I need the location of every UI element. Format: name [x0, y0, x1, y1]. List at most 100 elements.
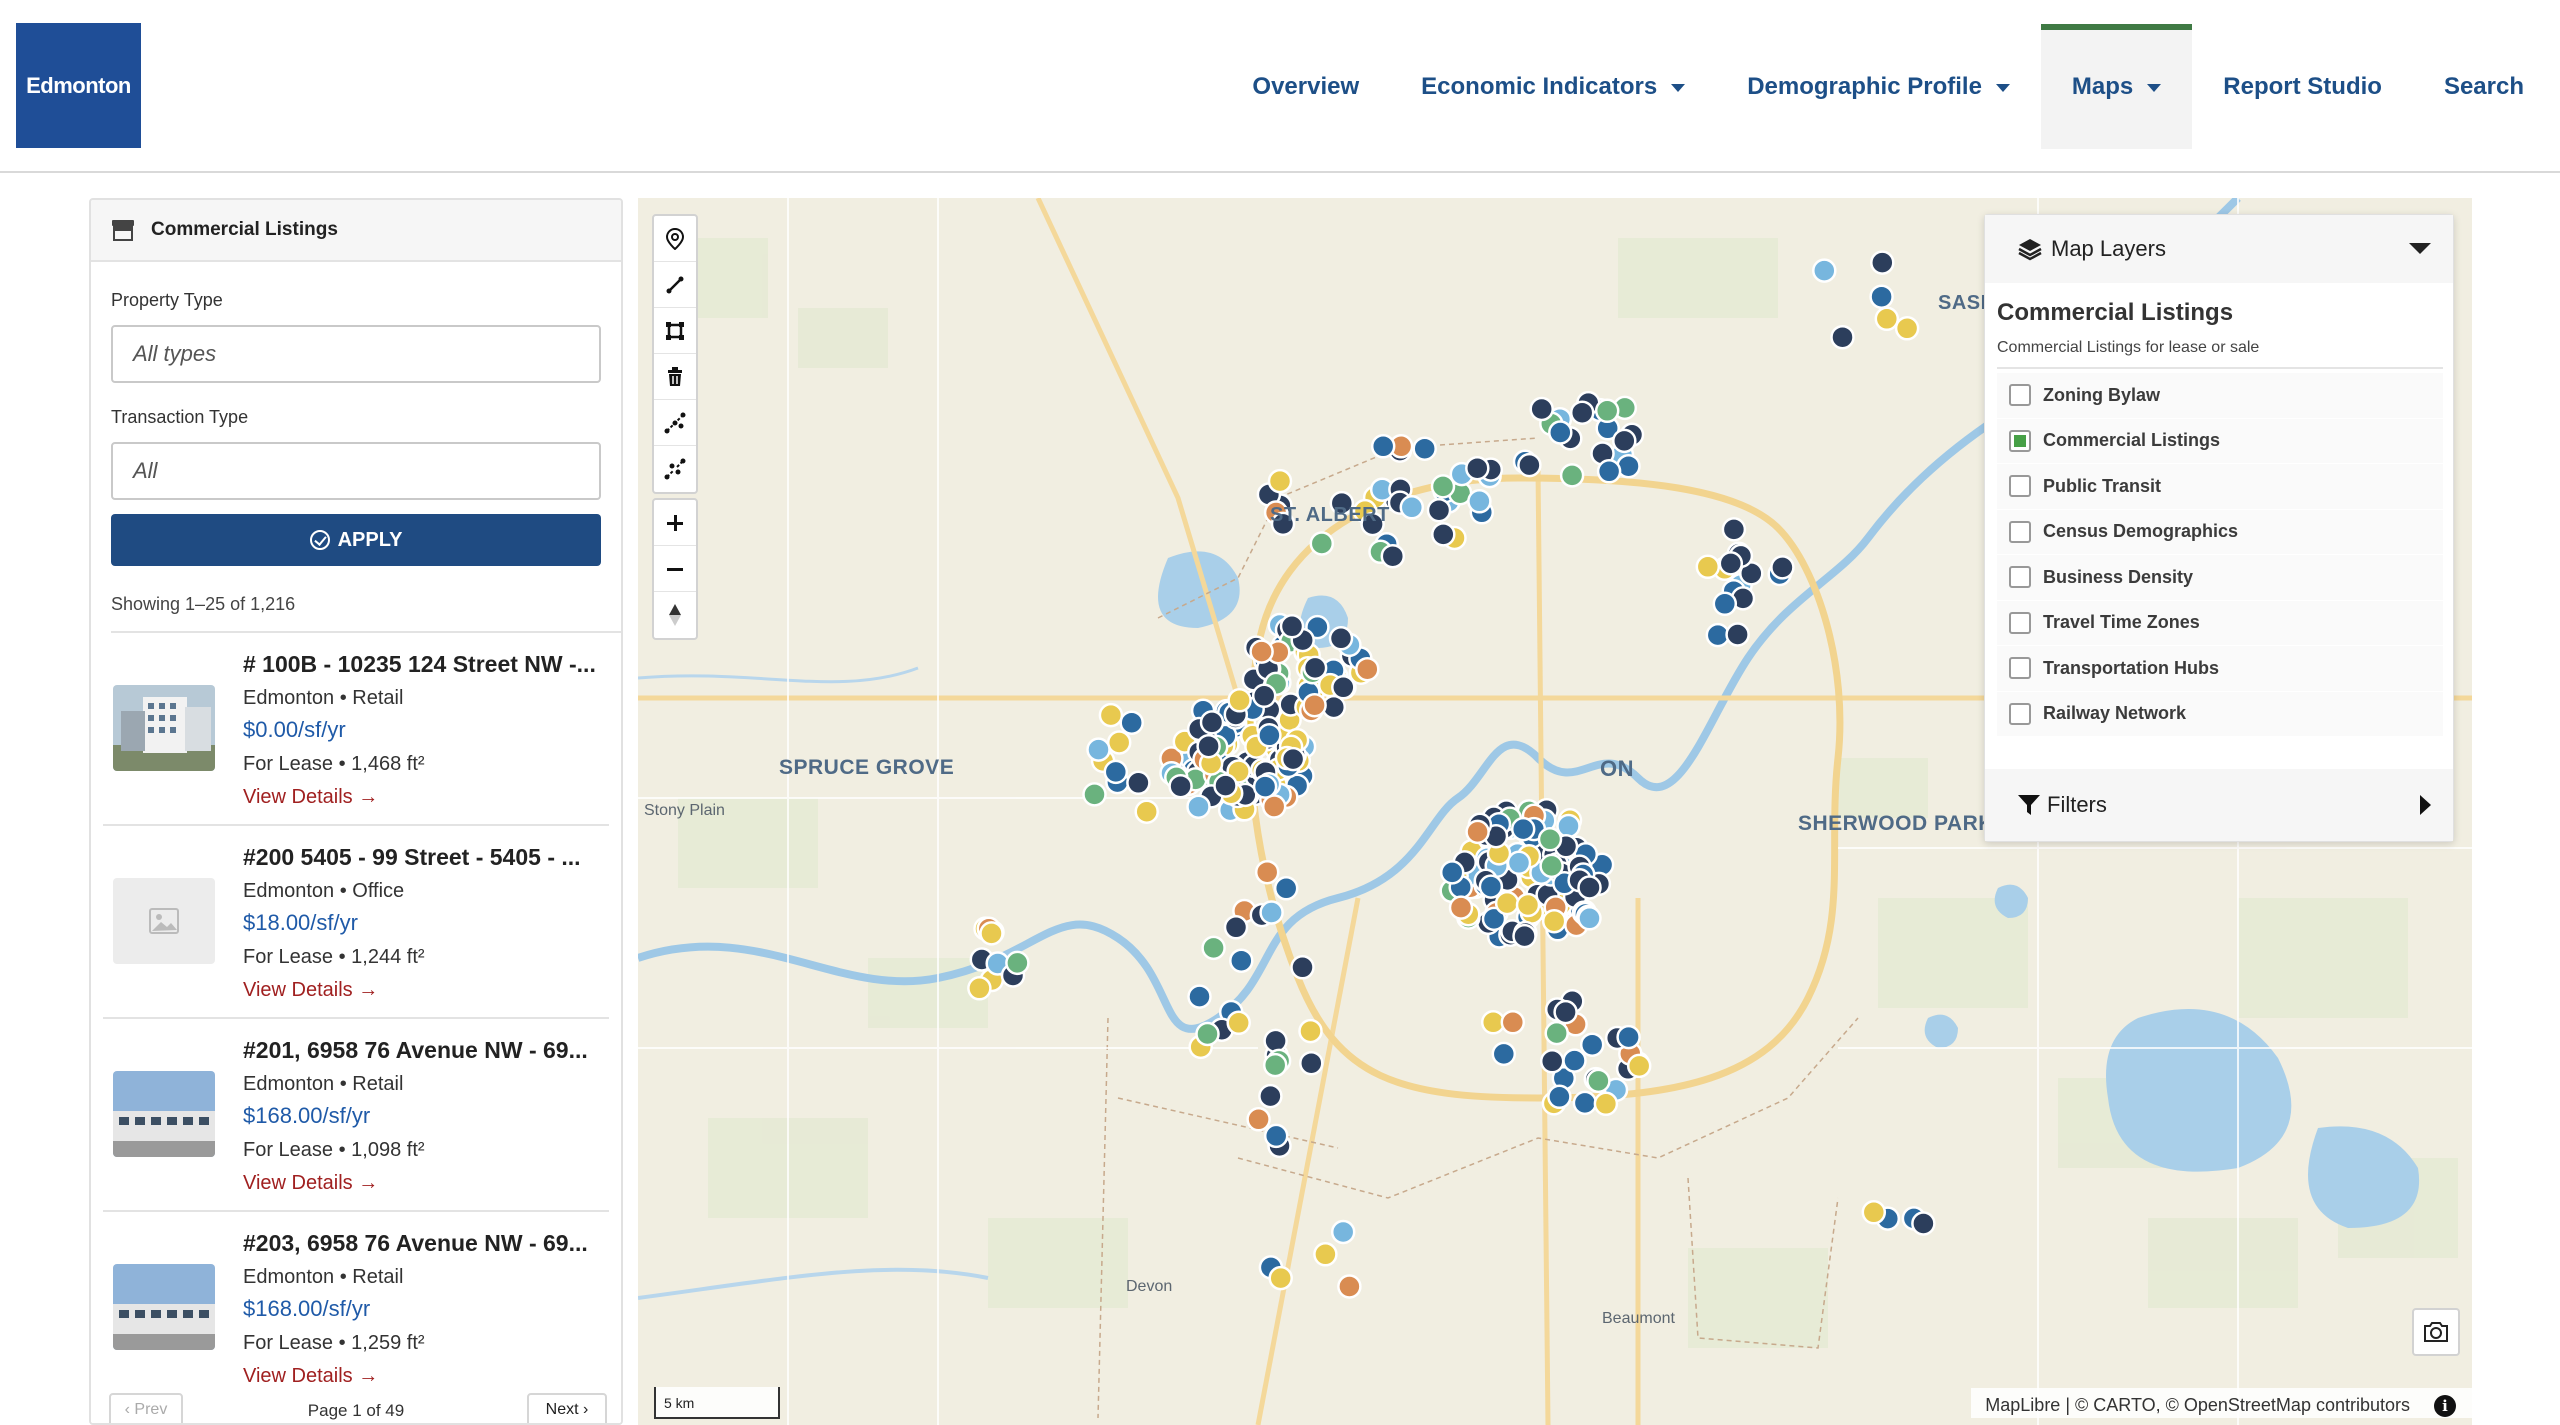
layer-checkbox[interactable] — [2009, 702, 2031, 725]
view-details-link[interactable]: View Details → — [243, 1172, 378, 1195]
listing-marker[interactable] — [1251, 683, 1277, 709]
next-page-button[interactable]: Next › — [527, 1393, 607, 1423]
listing-marker[interactable] — [1258, 1083, 1283, 1109]
listing-marker[interactable] — [1547, 1084, 1572, 1110]
map-layers-header[interactable]: Map Layers — [1985, 215, 2453, 283]
listing-marker[interactable] — [1380, 543, 1406, 569]
listing-marker[interactable] — [1399, 495, 1425, 520]
listing-marker[interactable] — [1577, 875, 1602, 900]
listing-marker[interactable] — [1869, 284, 1894, 309]
listing-marker[interactable] — [1246, 1107, 1271, 1132]
listing-marker[interactable] — [1861, 1200, 1887, 1225]
view-details-link[interactable]: View Details → — [243, 786, 378, 809]
listing-marker[interactable] — [1279, 614, 1305, 639]
listing-marker[interactable] — [1299, 1050, 1324, 1076]
listing-marker[interactable] — [1106, 730, 1132, 755]
listing-item[interactable]: #203, 6958 76 Avenue NW - 69... Edmonton… — [103, 1212, 609, 1405]
nav-maps[interactable]: Maps — [2040, 24, 2193, 149]
listing-item[interactable]: # 100B - 10235 124 Street NW -... Edmont… — [103, 633, 609, 826]
listing-marker[interactable] — [1254, 859, 1280, 885]
listing-marker[interactable] — [1695, 554, 1721, 580]
combine-icon[interactable] — [654, 400, 696, 446]
listing-marker[interactable] — [1280, 746, 1306, 772]
listing-marker[interactable] — [1467, 489, 1492, 514]
listing-marker[interactable] — [1226, 1010, 1251, 1036]
map-canvas[interactable]: ST. ALBERT SPRUCE GROVE Stony Plain ON S… — [638, 198, 2472, 1425]
listing-marker[interactable] — [1331, 675, 1356, 700]
camera-icon[interactable] — [2412, 1308, 2460, 1356]
listing-marker[interactable] — [1103, 759, 1129, 785]
caret-down-icon[interactable] — [2409, 243, 2431, 254]
uncombine-icon[interactable] — [654, 446, 696, 492]
listing-marker[interactable] — [1187, 984, 1212, 1009]
listing-marker[interactable] — [1594, 398, 1620, 424]
listing-marker[interactable] — [1262, 1052, 1288, 1078]
compass-icon[interactable] — [654, 592, 696, 638]
nav-report-studio[interactable]: Report Studio — [2192, 0, 2413, 173]
listing-marker[interactable] — [1553, 999, 1578, 1025]
listing-marker[interactable] — [1544, 1020, 1569, 1046]
listing-marker[interactable] — [1586, 1068, 1611, 1094]
listing-marker[interactable] — [1465, 819, 1490, 845]
listing-marker[interactable] — [1290, 955, 1315, 980]
layer-checkbox[interactable] — [2009, 520, 2031, 543]
filters-toggle[interactable]: Filters — [1985, 769, 2453, 841]
listing-title[interactable]: # 100B - 10235 124 Street NW -... — [243, 651, 596, 678]
view-details-link[interactable]: View Details → — [243, 979, 378, 1002]
nav-overview[interactable]: Overview — [1221, 0, 1390, 173]
listing-marker[interactable] — [1559, 463, 1585, 488]
listing-thumbnail[interactable] — [113, 1071, 215, 1157]
listing-marker[interactable] — [1249, 639, 1274, 664]
listing-marker[interactable] — [1199, 710, 1225, 735]
layer-census-demographics[interactable]: Census Demographics — [1997, 509, 2443, 555]
layer-transportation-hubs[interactable]: Transportation Hubs — [1997, 646, 2443, 692]
transaction-type-select[interactable]: All — [111, 442, 601, 500]
listing-marker[interactable] — [1812, 258, 1837, 283]
layer-business-density[interactable]: Business Density — [1997, 555, 2443, 601]
info-icon[interactable]: i — [2434, 1394, 2456, 1417]
listing-marker[interactable] — [1448, 895, 1474, 920]
listing-marker[interactable] — [1517, 452, 1542, 478]
polygon-draw-icon[interactable] — [654, 308, 696, 354]
listing-title[interactable]: #201, 6958 76 Avenue NW - 69... — [243, 1037, 588, 1064]
listing-marker[interactable] — [1119, 710, 1144, 735]
listing-marker[interactable] — [1539, 1049, 1565, 1074]
listing-marker[interactable] — [1770, 555, 1795, 580]
layer-public-transit[interactable]: Public Transit — [1997, 464, 2443, 510]
listing-marker[interactable] — [1537, 827, 1563, 852]
listing-title[interactable]: #200 5405 - 99 Street - 5405 - ... — [243, 844, 581, 871]
listing-marker[interactable] — [1626, 1053, 1652, 1079]
listing-marker[interactable] — [1229, 948, 1254, 973]
listing-marker[interactable] — [1268, 1265, 1293, 1291]
attribution-text[interactable]: MapLibre | © CARTO, © OpenStreetMap cont… — [1985, 1395, 2410, 1416]
listing-item[interactable]: #200 5405 - 99 Street - 5405 - ... Edmon… — [103, 826, 609, 1019]
listing-marker[interactable] — [1577, 906, 1602, 931]
listing-marker[interactable] — [1506, 850, 1532, 876]
listing-marker[interactable] — [1612, 428, 1637, 454]
listing-marker[interactable] — [1196, 733, 1221, 759]
listing-marker[interactable] — [1005, 950, 1030, 976]
nav-demographic-profile[interactable]: Demographic Profile — [1716, 0, 2041, 173]
listing-marker[interactable] — [1616, 1024, 1641, 1050]
listing-marker[interactable] — [1186, 794, 1211, 819]
listing-marker[interactable] — [1223, 915, 1249, 940]
listing-marker[interactable] — [1539, 853, 1564, 879]
listing-marker[interactable] — [1529, 396, 1554, 422]
listing-marker[interactable] — [1548, 420, 1573, 445]
nav-search[interactable]: Search — [2413, 0, 2560, 173]
listing-marker[interactable] — [1213, 773, 1238, 798]
listing-title[interactable]: #203, 6958 76 Avenue NW - 69... — [243, 1230, 588, 1257]
listing-marker[interactable] — [1465, 455, 1490, 481]
listing-marker[interactable] — [1478, 874, 1504, 899]
listing-marker[interactable] — [1273, 876, 1299, 901]
listing-marker[interactable] — [1439, 860, 1465, 885]
listing-marker[interactable] — [1562, 1048, 1587, 1073]
listing-marker[interactable] — [1830, 324, 1855, 350]
listing-marker[interactable] — [1168, 773, 1193, 799]
layer-zoning-bylaw[interactable]: Zoning Bylaw — [1997, 373, 2443, 419]
listing-marker[interactable] — [1227, 688, 1252, 713]
nav-economic-indicators[interactable]: Economic Indicators — [1390, 0, 1716, 173]
listing-marker[interactable] — [1515, 892, 1541, 918]
listing-marker[interactable] — [1894, 316, 1920, 341]
layer-checkbox[interactable] — [2009, 475, 2031, 498]
